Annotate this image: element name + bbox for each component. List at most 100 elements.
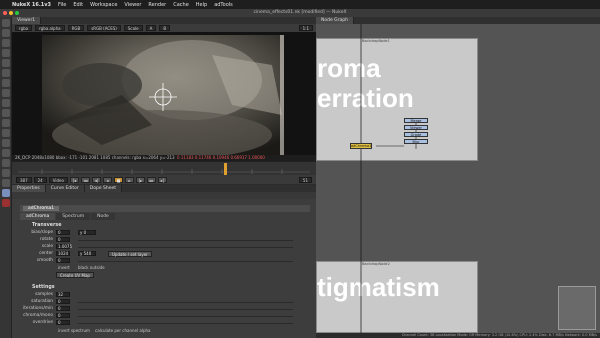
black-outside-checkbox[interactable]: black outside (78, 265, 105, 270)
menu-viewer[interactable]: Viewer (124, 2, 141, 8)
merge-tool-icon[interactable] (2, 89, 10, 97)
step-back-button[interactable]: ◂| (91, 176, 101, 183)
node-adchroma[interactable]: adChroma1 (350, 143, 372, 149)
play-button[interactable]: ▸ (124, 176, 134, 183)
param-slider[interactable] (78, 323, 293, 324)
window-title-bar: cinema_effects01.nk [modified] — NukeX (0, 9, 600, 17)
param-value[interactable]: 0 (56, 230, 70, 235)
other-tool-icon[interactable] (2, 169, 10, 177)
param-value[interactable]: 0 (56, 258, 70, 263)
timeline[interactable] (12, 161, 316, 175)
param-slider[interactable] (78, 302, 293, 303)
param-value-y[interactable]: y 540 (78, 251, 96, 256)
param-slider[interactable] (78, 247, 293, 248)
node-graph-canvas[interactable]: BackdropNode1 roma erration BackdropNode… (316, 24, 600, 333)
param-value[interactable]: 1024 (56, 251, 70, 256)
minimize-window-icon[interactable] (9, 11, 13, 15)
time-tool-icon[interactable] (2, 39, 10, 47)
invert-spectrum-label: invert spectrum (58, 328, 90, 333)
play-back-button[interactable]: ◂ (102, 176, 112, 183)
fps-field[interactable]: 24 (33, 176, 47, 183)
filter-tool-icon[interactable] (2, 69, 10, 77)
per-channel-alpha-checkbox[interactable]: calculate per channel alpha (95, 328, 150, 333)
toolsets-tool-icon[interactable] (2, 159, 10, 167)
end-frame-field[interactable]: 51 (298, 176, 312, 183)
last-frame-button[interactable]: ▸| (157, 176, 167, 183)
tab-adchroma[interactable]: adChroma (20, 213, 56, 220)
zoom-select[interactable]: 1:1 (298, 25, 313, 31)
deep-tool-icon[interactable] (2, 149, 10, 157)
views-tool-icon[interactable] (2, 119, 10, 127)
stop-button[interactable]: ■ (113, 176, 123, 183)
next-key-button[interactable]: ▸▸ (146, 176, 156, 183)
frame-field[interactable]: 387 (16, 176, 32, 183)
metadata-tool-icon[interactable] (2, 129, 10, 137)
tab-curve-editor[interactable]: Curve Editor (45, 185, 85, 192)
param-row: iterations/min 0 (20, 306, 305, 312)
invert-spectrum-checkbox[interactable]: invert spectrum (58, 328, 90, 333)
node-blur[interactable]: Blur (404, 139, 428, 144)
close-window-icon[interactable] (3, 11, 7, 15)
param-value-y[interactable]: y 0 (78, 230, 96, 235)
node-name-field[interactable]: adChroma1 (23, 206, 60, 211)
transform-tool-icon[interactable] (2, 99, 10, 107)
menu-app-name[interactable]: NukeX 16.1v3 (12, 2, 51, 8)
input-a-select[interactable]: A (145, 25, 157, 31)
tab-dope-sheet[interactable]: Dope Sheet (84, 185, 123, 192)
tab-properties[interactable]: Properties (12, 185, 46, 192)
invert-label: invert (58, 265, 70, 270)
alpha-select[interactable]: rgba.alpha (35, 25, 65, 31)
tab-viewer[interactable]: Viewer1 (12, 17, 42, 24)
plugins-tool-icon[interactable] (2, 179, 10, 187)
invert-checkbox[interactable]: invert (58, 265, 70, 270)
create-uv-map-button[interactable]: Create UV Map (56, 272, 94, 278)
channel-tool-icon[interactable] (2, 49, 10, 57)
menu-render[interactable]: Render (148, 2, 166, 8)
gizmo-tool-icon[interactable] (2, 189, 10, 197)
mode-select[interactable]: Video (48, 176, 68, 183)
3d-tool-icon[interactable] (2, 109, 10, 117)
tab-node-graph[interactable]: Node Graph (316, 17, 354, 24)
param-value[interactable]: 0 (56, 237, 70, 242)
param-value[interactable]: 0 (56, 320, 70, 325)
tab-node[interactable]: Node (91, 213, 115, 220)
param-value[interactable]: 0 (56, 306, 70, 311)
zoom-window-icon[interactable] (15, 11, 19, 15)
draw-tool-icon[interactable] (2, 29, 10, 37)
menu-adtools[interactable]: adTools (214, 2, 233, 8)
param-value[interactable]: 0 (56, 313, 70, 318)
channel-select[interactable]: rgba (15, 25, 33, 31)
input-b-select[interactable]: B (159, 25, 171, 31)
menu-cache[interactable]: Cache (173, 2, 189, 8)
update-center-button[interactable]: Update / set layer (108, 251, 152, 257)
menu-help[interactable]: Help (196, 2, 207, 8)
colorspace-select[interactable]: sRGB (ACES) (87, 25, 121, 31)
param-slider[interactable] (78, 240, 293, 241)
prev-key-button[interactable]: ◂◂ (80, 176, 90, 183)
node-merge[interactable]: Merge (404, 118, 428, 123)
rendered-frame (42, 35, 284, 155)
menu-edit[interactable]: Edit (73, 2, 83, 8)
param-slider[interactable] (78, 316, 293, 317)
color-tool-icon[interactable] (2, 59, 10, 67)
keyer-tool-icon[interactable] (2, 79, 10, 87)
tab-spectrum[interactable]: Spectrum (56, 213, 91, 220)
minimap[interactable] (558, 286, 596, 330)
node-viewer[interactable]: Viewer (404, 125, 428, 130)
step-forward-button[interactable]: |▸ (135, 176, 145, 183)
param-slider[interactable] (78, 261, 293, 262)
param-slider[interactable] (78, 309, 293, 310)
particles-tool-icon[interactable] (2, 139, 10, 147)
error-tool-icon[interactable] (2, 199, 10, 207)
display-select[interactable]: RGB (67, 25, 85, 31)
param-value[interactable]: 0 (56, 299, 70, 304)
menu-file[interactable]: File (58, 2, 66, 8)
param-value[interactable]: 1.0075 (56, 244, 72, 249)
param-label: center (39, 251, 53, 256)
node-grade[interactable]: Grade (404, 132, 428, 137)
param-value[interactable]: 32 (56, 292, 70, 297)
scale-select[interactable]: Scale (123, 25, 143, 31)
menu-workspace[interactable]: Workspace (90, 2, 117, 8)
first-frame-button[interactable]: |◂ (69, 176, 79, 183)
image-tool-icon[interactable] (2, 19, 10, 27)
